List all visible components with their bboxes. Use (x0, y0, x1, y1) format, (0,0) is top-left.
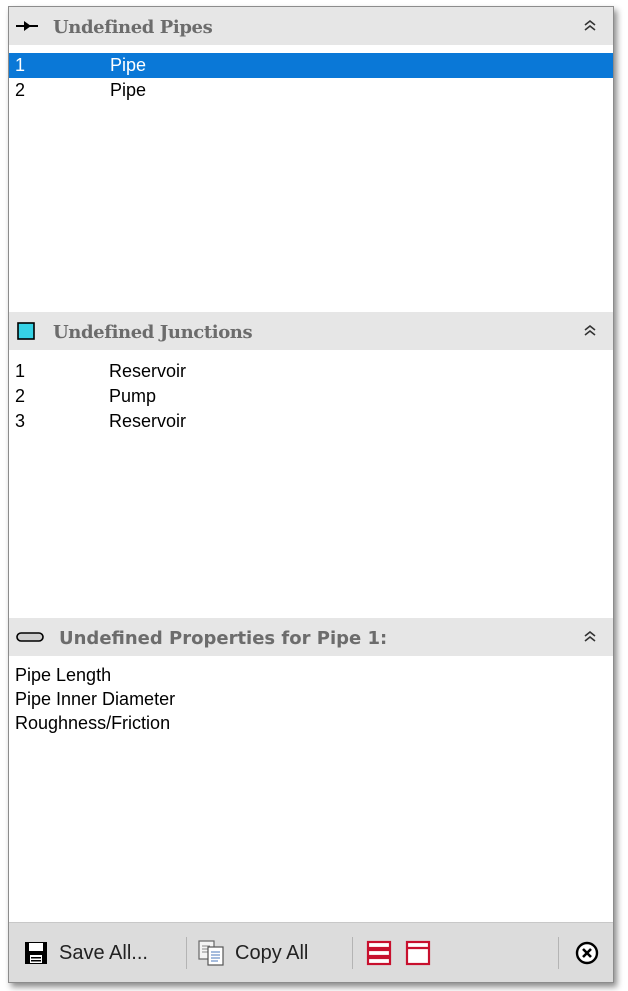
expand-all-panels-icon (366, 940, 392, 966)
pipe-segment-icon (16, 632, 44, 642)
pipe-name: Pipe (110, 55, 147, 75)
copy-all-button[interactable]: Copy All (197, 935, 308, 971)
collapse-properties-icon[interactable] (579, 626, 601, 648)
undefined-pipes-header[interactable]: Undefined Pipes (9, 7, 613, 45)
pipe-number: 1 (15, 55, 26, 75)
junction-row-2[interactable]: 2 Pump (9, 384, 613, 409)
undefined-properties-title: Undefined Properties for Pipe 1: (59, 628, 388, 649)
collapse-all-button[interactable] (405, 935, 431, 971)
property-item-pipe-length[interactable]: Pipe Length (9, 663, 613, 687)
pipe-number: 2 (15, 80, 26, 100)
collapse-all-panels-icon (405, 940, 431, 966)
collapse-pipes-icon[interactable] (579, 15, 601, 37)
junction-row-1[interactable]: 1 Reservoir (9, 359, 613, 384)
bottom-toolbar: Save All... Copy All (9, 922, 613, 982)
junction-row-3[interactable]: 3 Reservoir (9, 409, 613, 434)
junction-square-icon (17, 322, 35, 340)
pipe-name: Pipe (110, 80, 147, 100)
pipe-arrow-icon (16, 21, 38, 31)
toolbar-separator (558, 937, 559, 969)
undefined-junctions-title: Undefined Junctions (53, 322, 253, 343)
close-button[interactable] (575, 935, 599, 971)
undefined-properties-panel: Undefined Properties for Pipe 1: Pipe Le… (9, 618, 613, 922)
undefined-pipes-title: Undefined Pipes (53, 17, 213, 38)
junction-name: Reservoir (109, 361, 187, 381)
property-item-pipe-inner-diameter[interactable]: Pipe Inner Diameter (9, 687, 613, 711)
undefined-pipes-panel: Undefined Pipes 1 Pipe 2 Pipe (9, 7, 613, 312)
save-all-label: Save All... (59, 941, 148, 964)
close-circle-icon (575, 941, 599, 965)
junction-number: 1 (15, 361, 26, 381)
junctions-list: 1 Reservoir 2 Pump 3 Reservoir (9, 359, 613, 434)
property-item-roughness-friction[interactable]: Roughness/Friction (9, 711, 613, 735)
pipe-row-2[interactable]: 2 Pipe (9, 78, 613, 103)
toolbar-separator (352, 937, 353, 969)
collapse-junctions-icon[interactable] (579, 320, 601, 342)
junction-number: 3 (15, 411, 26, 431)
pipes-list: 1 Pipe 2 Pipe (9, 53, 613, 103)
save-all-button[interactable]: Save All... (23, 935, 148, 971)
properties-list: Pipe Length Pipe Inner Diameter Roughnes… (9, 663, 613, 735)
expand-all-button[interactable] (366, 935, 392, 971)
undefined-junctions-panel: Undefined Junctions 1 Reservoir 2 Pump 3… (9, 312, 613, 618)
pipe-row-1[interactable]: 1 Pipe (9, 53, 613, 78)
copy-pages-icon (198, 940, 224, 966)
junction-number: 2 (15, 386, 26, 406)
undefined-objects-window: Undefined Pipes 1 Pipe 2 Pipe Undefined … (8, 6, 614, 983)
junction-name: Pump (109, 386, 157, 406)
undefined-properties-header[interactable]: Undefined Properties for Pipe 1: (9, 618, 613, 656)
undefined-junctions-header[interactable]: Undefined Junctions (9, 312, 613, 350)
toolbar-separator (186, 937, 187, 969)
junction-name: Reservoir (109, 411, 187, 431)
copy-all-label: Copy All (235, 941, 309, 964)
save-floppy-icon (25, 942, 47, 964)
